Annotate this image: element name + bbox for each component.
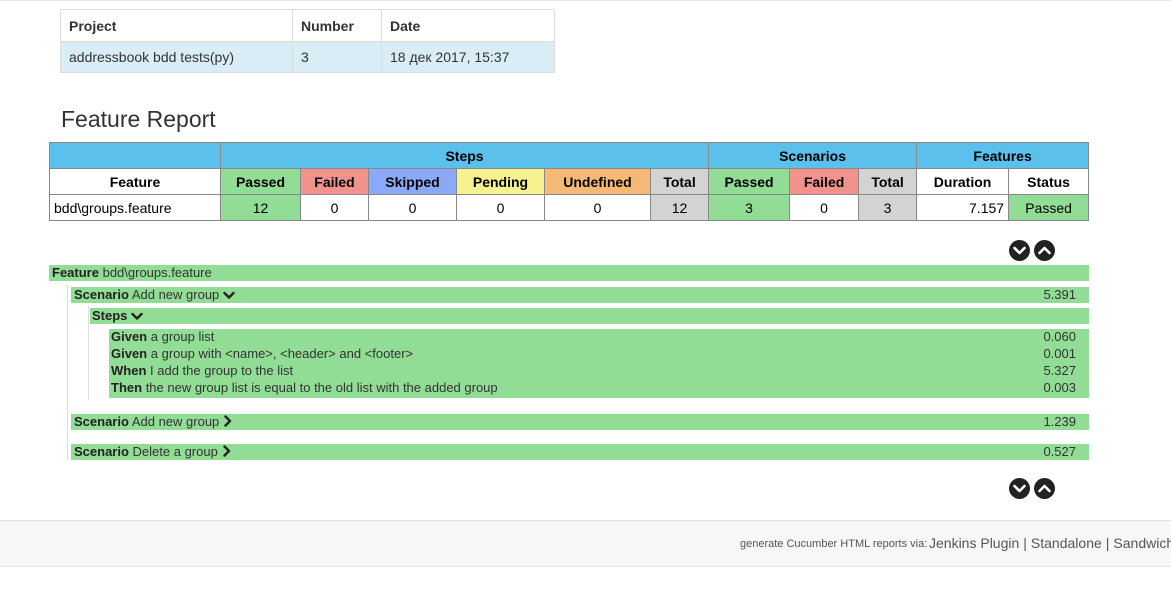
step-text: a group list <box>150 329 215 344</box>
steps-skipped-value: 0 <box>368 194 457 221</box>
project-name: addressbook bdd tests(py) <box>60 41 293 73</box>
step-text: a group with <name>, <header> and <foote… <box>150 346 414 361</box>
steps-undefined-header[interactable]: Undefined <box>544 168 651 195</box>
footer-separator: | <box>1023 535 1027 551</box>
step-row: Given a group list 0.060 <box>109 329 1089 346</box>
steps-total-header[interactable]: Total <box>649 168 710 195</box>
feature-name: bdd\groups.feature <box>102 265 212 280</box>
stats-feature-row: bdd\groups.feature 12 0 0 0 0 12 3 0 3 7… <box>49 194 1090 221</box>
footer-separator: | <box>1105 535 1110 551</box>
footer-link-standalone[interactable]: Standalone <box>1031 535 1102 551</box>
steps-pending-value: 0 <box>456 194 545 221</box>
footer-link-jenkins[interactable]: Jenkins Plugin <box>929 535 1019 551</box>
steps-label: Steps <box>92 308 128 323</box>
step-keyword: Then <box>111 380 143 395</box>
top-divider <box>0 0 1171 1</box>
steps-header[interactable]: Steps <box>90 308 1089 324</box>
status-header[interactable]: Status <box>1008 168 1090 195</box>
steps-passed-value: 12 <box>220 194 301 221</box>
feature-indent-line <box>67 285 68 461</box>
expand-all-icon[interactable] <box>1009 478 1030 499</box>
steps-skipped-header[interactable]: Skipped <box>368 168 457 195</box>
stats-group-row: Steps Scenarios Features <box>49 142 1090 169</box>
scenario-name: Delete a group <box>132 444 218 459</box>
footer-generated-text: generate Cucumber HTML reports via: <box>740 538 928 550</box>
footer-link-sandwich[interactable]: Sandwich <box>1113 535 1171 551</box>
page-title: Feature Report <box>61 106 216 132</box>
duration-header[interactable]: Duration <box>916 168 1010 195</box>
step-row: When I add the group to the list 5.327 <box>109 363 1089 380</box>
duration-value: 7.157 <box>916 194 1010 221</box>
scenario-keyword: Scenario <box>74 414 129 429</box>
step-duration: 0.003 <box>1043 380 1076 395</box>
step-row: Given a group with <name>, <header> and … <box>109 346 1089 363</box>
expand-all-icon[interactable] <box>1009 240 1030 261</box>
scenarios-failed-header[interactable]: Failed <box>789 168 860 195</box>
step-duration: 5.327 <box>1043 363 1076 378</box>
scenario-duration: 1.239 <box>1043 414 1076 429</box>
scenario-duration: 0.527 <box>1043 444 1076 459</box>
step-duration: 0.001 <box>1043 346 1076 361</box>
scenarios-passed-header[interactable]: Passed <box>708 168 791 195</box>
build-date: 18 дек 2017, 15:37 <box>381 41 555 73</box>
scenario-header[interactable]: Scenario Add new group 5.391 <box>71 287 1089 303</box>
scenarios-passed-value: 3 <box>708 194 791 221</box>
steps-total-value: 12 <box>649 194 710 221</box>
steps-list: Given a group list 0.060 Given a group w… <box>109 329 1089 398</box>
step-row: Then the new group list is equal to the … <box>109 380 1089 397</box>
chevron-down-icon[interactable] <box>131 309 144 325</box>
project-info-header: Project Number Date <box>60 9 555 42</box>
step-keyword: When <box>111 363 147 378</box>
scenario-keyword: Scenario <box>74 444 129 459</box>
date-header: Date <box>381 9 555 42</box>
scenario-header[interactable]: Scenario Add new group 1.239 <box>71 414 1089 430</box>
scenario-name: Add new group <box>131 287 220 302</box>
feature-link[interactable]: bdd\groups.feature <box>49 194 221 221</box>
project-header: Project <box>60 9 293 42</box>
scenario-keyword: Scenario <box>74 287 129 302</box>
stats-group-empty <box>49 142 221 169</box>
scenario-indent-line <box>88 306 89 400</box>
footer-links: Jenkins Plugin|Standalone|Sandwich|M <box>929 535 1171 551</box>
footer: generate Cucumber HTML reports via: Jenk… <box>0 520 1171 567</box>
steps-failed-value: 0 <box>300 194 369 221</box>
scenario-header[interactable]: Scenario Delete a group 0.527 <box>71 444 1089 460</box>
collapse-all-icon[interactable] <box>1034 240 1055 261</box>
feature-keyword: Feature <box>52 265 99 280</box>
steps-pending-header[interactable]: Pending <box>456 168 545 195</box>
feature-column-header[interactable]: Feature <box>49 168 221 195</box>
feature-header[interactable]: Feature bdd\groups.feature <box>49 265 1089 281</box>
steps-passed-header[interactable]: Passed <box>220 168 301 195</box>
scenario-duration: 5.391 <box>1043 287 1076 302</box>
feature-stats-table: Steps Scenarios Features Feature Passed … <box>49 142 1090 221</box>
scenarios-total-header[interactable]: Total <box>858 168 918 195</box>
scenarios-failed-value: 0 <box>789 194 860 221</box>
chevron-down-icon[interactable] <box>223 288 235 304</box>
stats-header-row: Feature Passed Failed Skipped Pending Un… <box>49 168 1090 195</box>
chevron-right-icon[interactable] <box>222 444 232 461</box>
chevron-right-icon[interactable] <box>223 414 233 431</box>
steps-undefined-value: 0 <box>544 194 651 221</box>
features-group-header: Features <box>916 142 1090 169</box>
step-duration: 0.060 <box>1043 329 1076 344</box>
build-number: 3 <box>292 41 382 73</box>
project-info-row: addressbook bdd tests(py) 3 18 дек 2017,… <box>60 41 555 73</box>
step-text: the new group list is equal to the old l… <box>145 380 498 395</box>
scenarios-total-value: 3 <box>858 194 918 221</box>
status-badge: Passed <box>1008 194 1090 221</box>
scenario-name: Add new group <box>131 414 220 429</box>
project-info-table: Project Number Date addressbook bdd test… <box>60 9 555 73</box>
collapse-all-icon[interactable] <box>1034 478 1055 499</box>
step-keyword: Given <box>111 346 148 361</box>
steps-failed-header[interactable]: Failed <box>300 168 369 195</box>
step-keyword: Given <box>111 329 148 344</box>
scenarios-group-header: Scenarios <box>708 142 918 169</box>
number-header: Number <box>292 9 382 42</box>
steps-group-header: Steps <box>219 142 710 169</box>
step-text: I add the group to the list <box>150 363 294 378</box>
